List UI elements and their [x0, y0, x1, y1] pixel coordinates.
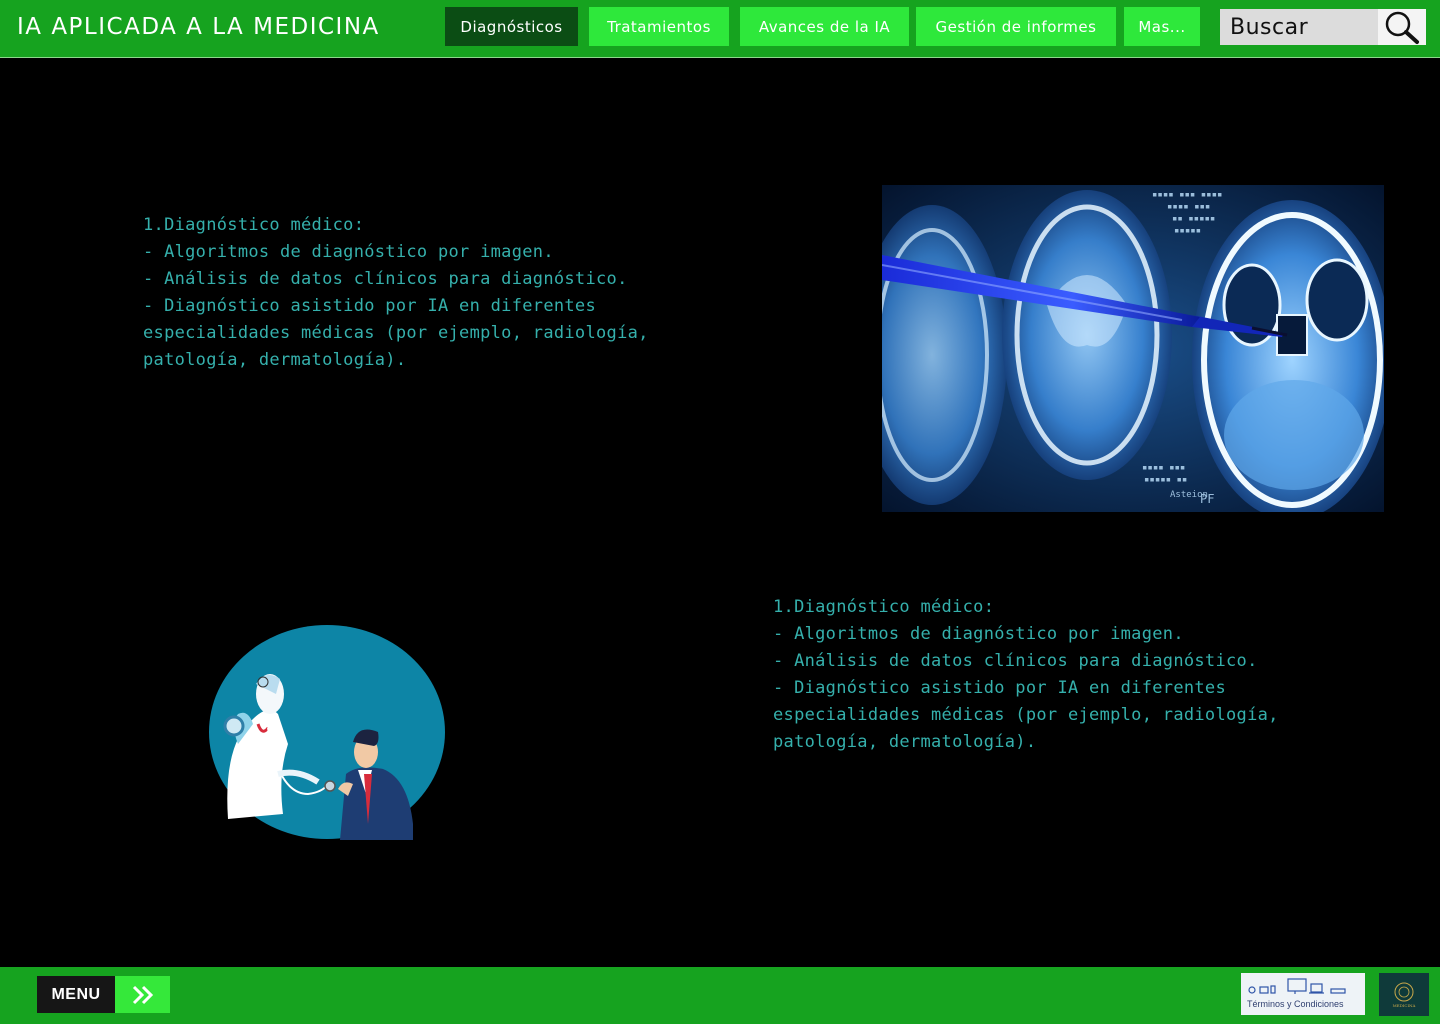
search-icon — [1385, 11, 1419, 44]
double-chevron-right-icon — [115, 976, 170, 1013]
robot-doctor-illustration — [208, 624, 446, 840]
devices-icon — [1248, 978, 1346, 994]
nav-avances-ia[interactable]: Avances de la IA — [740, 7, 909, 46]
medicine-seal-logo: MEDICINA — [1379, 973, 1429, 1016]
mri-scan-image: ▪▪▪▪ ▪▪▪ ▪▪▪▪ ▪▪▪▪ ▪▪▪ ▪▪ ▪▪▪▪▪ ▪▪▪▪▪ ▪▪… — [882, 185, 1384, 512]
svg-text:▪▪▪▪ ▪▪▪: ▪▪▪▪ ▪▪▪ — [1167, 202, 1210, 212]
mri-label: PF — [1200, 492, 1214, 506]
nav-label: Diagnósticos — [460, 17, 563, 36]
seal-icon — [1394, 982, 1414, 1002]
menu-button[interactable]: MENU — [37, 976, 170, 1013]
bottom-bar: MENU Términos y Condiciones MEDICINA — [0, 967, 1440, 1024]
menu-label: MENU — [37, 976, 115, 1013]
diagnosis-text-block-2: 1.Diagnóstico médico: - Algoritmos de di… — [773, 597, 1279, 752]
search-placeholder: Buscar — [1230, 14, 1309, 40]
diagnosis-text-block-1: 1.Diagnóstico médico: - Algoritmos de di… — [143, 215, 649, 370]
search-input[interactable]: Buscar — [1220, 9, 1378, 45]
svg-text:▪▪ ▪▪▪▪▪: ▪▪ ▪▪▪▪▪ — [1172, 214, 1215, 224]
nav-gestion-informes[interactable]: Gestión de informes — [916, 7, 1116, 46]
terms-and-conditions-link[interactable]: Términos y Condiciones — [1241, 973, 1365, 1015]
nav-tratamientos[interactable]: Tratamientos — [589, 7, 729, 46]
svg-text:▪▪▪▪ ▪▪▪: ▪▪▪▪ ▪▪▪ — [1142, 463, 1185, 473]
nav-mas[interactable]: Mas... — [1124, 7, 1200, 46]
top-navbar: IA APLICADA A LA MEDICINA Diagnósticos T… — [0, 0, 1440, 58]
seal-text: MEDICINA — [1392, 1003, 1416, 1008]
terms-label: Términos y Condiciones — [1247, 999, 1344, 1009]
nav-label: Gestión de informes — [935, 17, 1097, 36]
nav-diagnosticos[interactable]: Diagnósticos — [445, 7, 578, 46]
svg-text:▪▪▪▪▪: ▪▪▪▪▪ — [1174, 226, 1201, 236]
site-title[interactable]: IA APLICADA A LA MEDICINA — [17, 14, 380, 40]
nav-label: Tratamientos — [607, 17, 711, 36]
nav-label: Avances de la IA — [758, 17, 891, 36]
nav-label: Mas... — [1138, 17, 1186, 36]
search-button[interactable] — [1378, 9, 1426, 45]
svg-text:▪▪▪▪▪ ▪▪: ▪▪▪▪▪ ▪▪ — [1144, 475, 1187, 485]
svg-text:▪▪▪▪ ▪▪▪ ▪▪▪▪: ▪▪▪▪ ▪▪▪ ▪▪▪▪ — [1152, 190, 1222, 200]
